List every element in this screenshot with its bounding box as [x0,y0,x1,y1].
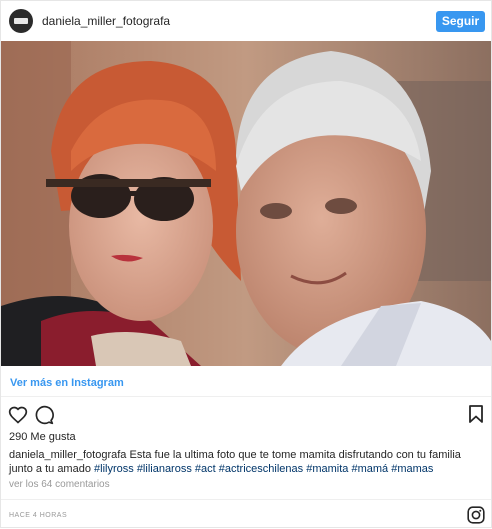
follow-button[interactable]: Seguir [436,11,485,32]
divider [1,499,491,500]
hashtag-link[interactable]: #lilyross [94,463,134,475]
bookmark-icon[interactable] [468,405,484,423]
hashtag-link[interactable]: #lilianaross [137,463,192,475]
instagram-logo-icon[interactable] [467,506,485,524]
avatar[interactable] [9,9,33,33]
instagram-embed-card: daniela_miller_fotografa Seguir Ver más … [0,0,492,528]
hashtag-link[interactable]: #actriceschilenas [219,463,303,475]
post-image[interactable] [1,41,491,366]
caption: daniela_miller_fotografa Esta fue la ult… [9,448,483,476]
hashtag-link[interactable]: #mamá [351,463,388,475]
hashtag-link[interactable]: #mamas [391,463,433,475]
like-count: 290 Me gusta [9,431,76,443]
divider [1,396,491,397]
hashtag-link[interactable]: #mamita [306,463,348,475]
username-link[interactable]: daniela_miller_fotografa [42,14,170,28]
caption-username[interactable]: daniela_miller_fotografa [9,449,126,461]
hashtag-link[interactable]: #act [195,463,216,475]
view-comments-link[interactable]: ver los 64 comentarios [9,479,110,490]
post-timestamp: HACE 4 HORAS [9,512,68,519]
view-more-link[interactable]: Ver más en Instagram [10,377,124,389]
heart-icon[interactable] [8,405,28,425]
comment-icon[interactable] [34,405,54,425]
post-header: daniela_miller_fotografa Seguir [1,1,491,41]
